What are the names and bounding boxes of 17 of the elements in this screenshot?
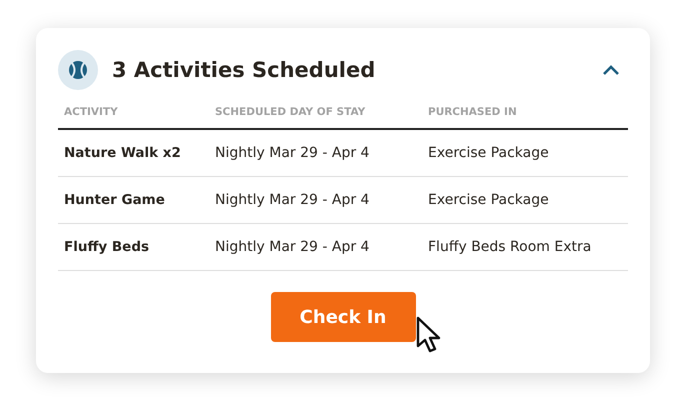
table-cell: Exercise Package: [422, 176, 628, 224]
table-cell: Exercise Package: [422, 129, 628, 176]
column-header: PURCHASED IN: [422, 106, 628, 129]
ball-icon: [58, 50, 98, 90]
table-cell: Nightly Mar 29 - Apr 4: [209, 224, 422, 270]
column-header: SCHEDULED DAY OF STAY: [209, 106, 422, 129]
check-in-button[interactable]: Check In: [270, 292, 416, 342]
table-cell: Fluffy Beds Room Extra: [422, 224, 628, 270]
table-cell: Hunter Game: [58, 176, 209, 224]
table-cell: Fluffy Beds: [58, 224, 209, 270]
cursor-icon: [416, 316, 442, 354]
card-title: 3 Activities Scheduled: [112, 58, 376, 82]
table-cell: Nightly Mar 29 - Apr 4: [209, 129, 422, 176]
column-header: ACTIVITY: [58, 106, 209, 129]
chevron-icon[interactable]: [602, 64, 620, 76]
table-cell: Nature Walk x2: [58, 129, 209, 176]
table-cell: Nightly Mar 29 - Apr 4: [209, 176, 422, 224]
